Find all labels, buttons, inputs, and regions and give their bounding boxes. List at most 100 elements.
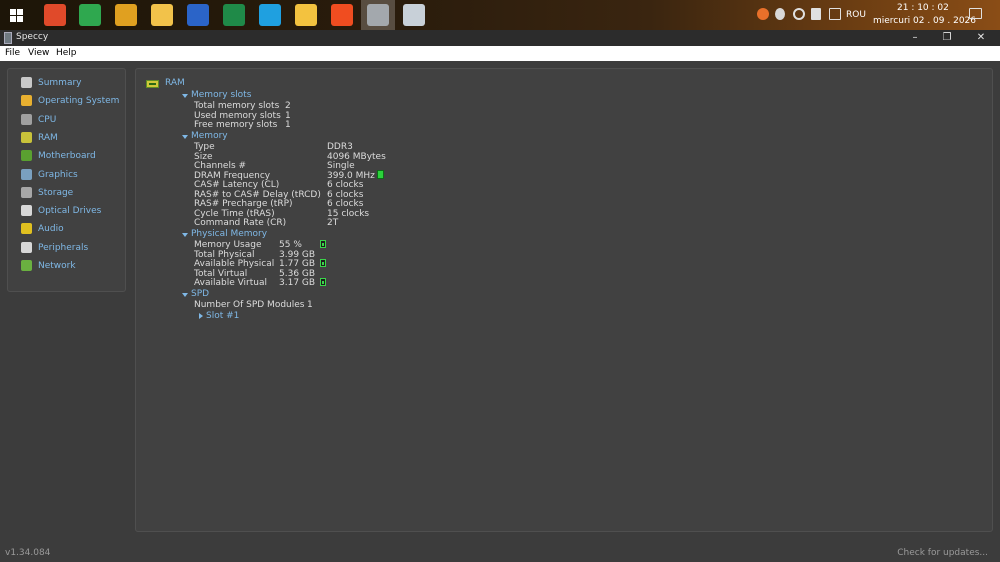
b-tray-icon[interactable] — [811, 8, 821, 20]
clock-date[interactable]: miercuri 02 . 09 . 2026 — [873, 16, 976, 26]
avast-tray-icon[interactable] — [757, 8, 769, 20]
sidebar-item-summary[interactable]: Summary — [17, 75, 122, 91]
row-value: 1.77 GB — [279, 259, 316, 269]
row-value: 3.17 GB — [279, 278, 316, 288]
language-indicator[interactable]: ROU — [846, 10, 866, 20]
excel-app[interactable] — [223, 4, 245, 26]
collapse-arrow-icon[interactable] — [182, 293, 188, 297]
memory-header[interactable]: Memory — [191, 131, 228, 141]
row-label: Memory Usage — [194, 240, 262, 250]
row-value: DDR3 — [327, 142, 353, 152]
file-explorer-app[interactable] — [295, 4, 317, 26]
memory-usage-indicator-icon — [320, 240, 326, 248]
available-physical-indicator-icon — [320, 259, 326, 267]
sidebar-item-motherboard[interactable]: Motherboard — [17, 148, 122, 164]
sidebar-item-label: Audio — [38, 224, 64, 235]
speccy-taskbar-highlight[interactable] — [361, 0, 395, 30]
sidebar: Summary Operating System CPU RAM Motherboard… — [7, 68, 126, 292]
maximize-button[interactable]: ❐ — [932, 30, 962, 46]
sidebar-item-label: Summary — [38, 78, 82, 88]
status-bar: v1.34.084 Check for updates... — [0, 544, 1000, 562]
sidebar-item-optical-drives[interactable]: Optical Drives — [17, 203, 122, 219]
sidebar-item-label: Optical Drives — [38, 206, 102, 217]
storage-icon — [21, 186, 32, 198]
sidebar-item-label: RAM — [38, 132, 58, 143]
sidebar-item-network[interactable]: Network — [17, 258, 122, 274]
sidebar-item-operating-system[interactable]: Operating System — [17, 93, 122, 109]
menu-file[interactable]: File — [5, 48, 20, 58]
sidebar-item-graphics[interactable]: Graphics — [17, 167, 122, 183]
display-tray-icon[interactable] — [829, 8, 841, 20]
windows-logo-icon — [10, 9, 16, 15]
section-title: RAM — [165, 78, 185, 88]
brave-app[interactable] — [331, 4, 353, 26]
sidebar-item-label: Network — [38, 261, 76, 271]
collapse-arrow-icon[interactable] — [182, 135, 188, 139]
menu-help[interactable]: Help — [56, 48, 77, 58]
row-value: Single — [327, 161, 355, 171]
start-button[interactable] — [4, 5, 26, 25]
spd-slot-1[interactable]: Slot #1 — [206, 311, 239, 321]
close-button[interactable]: ✕ — [966, 30, 996, 46]
sidebar-item-label: Peripherals — [38, 242, 89, 253]
row-value: 2 — [285, 101, 291, 111]
sidebar-item-audio[interactable]: Audio — [17, 221, 122, 237]
version-label: v1.34.084 — [5, 548, 51, 558]
available-virtual-indicator-icon — [320, 278, 326, 286]
notification-icon[interactable] — [969, 8, 982, 19]
ram-icon — [21, 131, 32, 143]
volume-tray-icon[interactable] — [793, 8, 805, 20]
ram-icon — [146, 80, 159, 88]
peripherals-icon — [21, 241, 32, 253]
expand-arrow-icon[interactable] — [199, 313, 203, 319]
motherboard-icon — [21, 150, 32, 162]
row-label: Available Virtual — [194, 278, 268, 288]
speccy-app-icon — [4, 32, 12, 44]
collapse-arrow-icon[interactable] — [182, 94, 188, 98]
sidebar-item-label: Storage — [38, 187, 74, 198]
windows-icon — [21, 95, 32, 107]
folder-mail-app[interactable] — [151, 4, 173, 26]
taskbar: ROU 21 : 10 : 02 miercuri 02 . 09 . 2026 — [0, 0, 1000, 30]
key-app[interactable] — [115, 4, 137, 26]
menu-bar: File View Help — [0, 46, 1000, 61]
row-value: 6 clocks — [327, 199, 364, 209]
sidebar-item-storage[interactable]: Storage — [17, 185, 122, 201]
windows-logo-pane — [10, 16, 16, 22]
graphics-icon — [21, 168, 32, 180]
row-label: Free memory slots — [194, 120, 278, 130]
green-arrow-app[interactable] — [79, 4, 101, 26]
audio-icon — [21, 223, 32, 235]
sidebar-item-label: Motherboard — [38, 151, 96, 162]
menu-view[interactable]: View — [28, 48, 49, 58]
minimize-button[interactable]: – — [900, 30, 930, 46]
sidebar-item-cpu[interactable]: CPU — [17, 112, 122, 128]
sidebar-item-label: Operating System — [38, 96, 120, 107]
row-value: 2T — [327, 218, 339, 228]
memory-slots-header[interactable]: Memory slots — [191, 90, 251, 100]
cpu-icon — [21, 113, 32, 125]
row-value: 6 clocks — [327, 180, 364, 190]
sidebar-item-label: Graphics — [38, 169, 78, 180]
collapse-arrow-icon[interactable] — [182, 233, 188, 237]
word-app[interactable] — [187, 4, 209, 26]
row-label: CAS# Latency (CL) — [194, 180, 280, 190]
network-tray-icon[interactable] — [775, 8, 785, 20]
row-label: Total memory slots — [194, 101, 280, 111]
power-app[interactable] — [44, 4, 66, 26]
sidebar-item-peripherals[interactable]: Peripherals — [17, 240, 122, 256]
physical-memory-header[interactable]: Physical Memory — [191, 229, 267, 239]
row-label: Command Rate (CR) — [194, 218, 287, 228]
windows-logo-pane — [17, 9, 23, 15]
check-updates-link[interactable]: Check for updates... — [897, 548, 988, 558]
frequency-indicator-icon — [377, 170, 384, 179]
sidebar-item-ram[interactable]: RAM — [17, 130, 122, 146]
row-value: 55 % — [279, 240, 302, 250]
content-panel: RAM Memory slots Total memory slots 2 Us… — [135, 68, 993, 532]
network-tool-app[interactable] — [403, 4, 425, 26]
title-bar: Speccy – ❐ ✕ — [0, 30, 1000, 46]
edge-app[interactable] — [259, 4, 281, 26]
spd-header[interactable]: SPD — [191, 289, 209, 299]
clock-time[interactable]: 21 : 10 : 02 — [897, 3, 949, 13]
row-label: Available Physical — [194, 259, 275, 269]
